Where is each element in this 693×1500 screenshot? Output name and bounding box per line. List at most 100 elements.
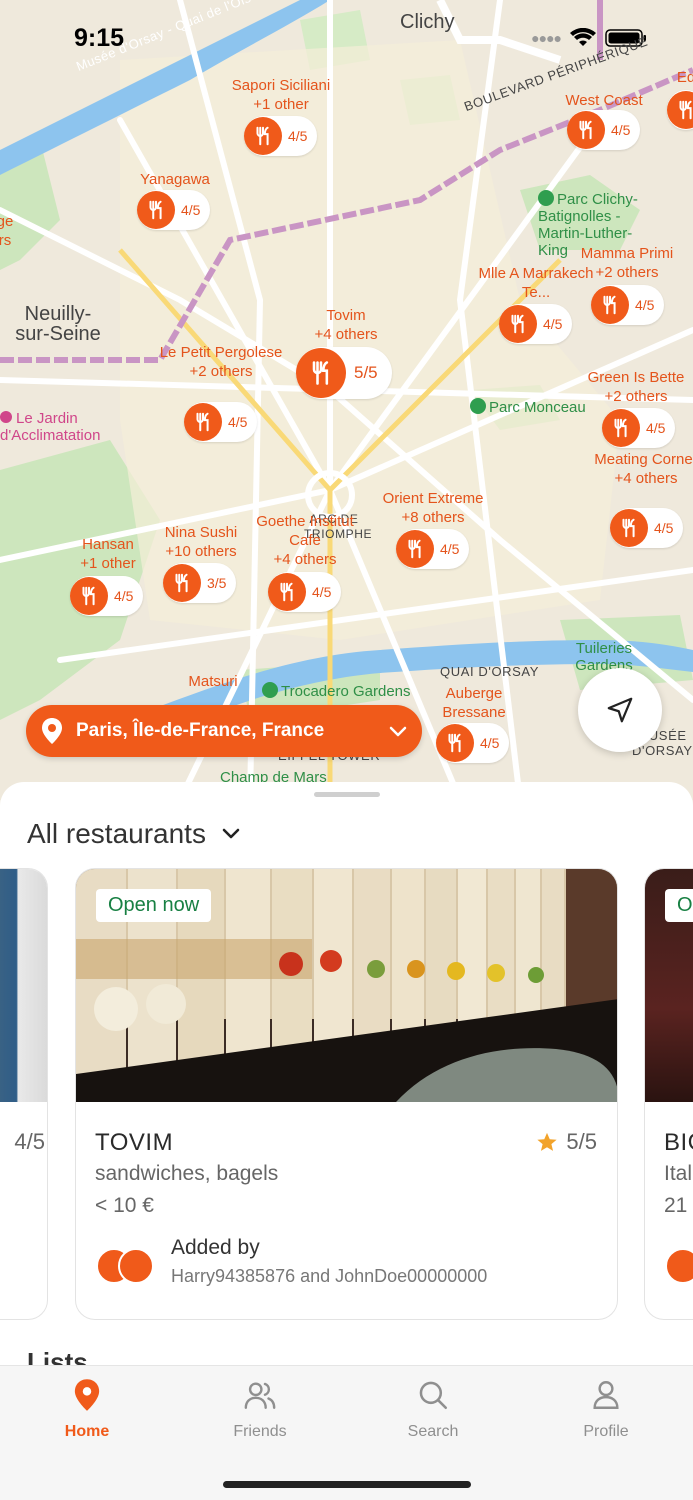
restaurant-marker[interactable]: 4/5 (591, 285, 665, 325)
fork-knife-icon (499, 305, 537, 343)
map-park-trocadero: Trocadero Gardens (262, 682, 411, 700)
users-icon (244, 1382, 276, 1409)
restaurant-cuisine: sandwiches, bagels (95, 1162, 279, 1185)
fork-knife-icon (184, 403, 222, 441)
tab-home[interactable]: Home (27, 1378, 147, 1441)
map-edge-label-left: ge rs (0, 213, 14, 249)
map-edge-label-right: Ed (676, 69, 693, 86)
map-place-neuilly: Neuilly-sur-Seine (15, 303, 101, 345)
restaurant-cuisine: Ital (664, 1162, 693, 1185)
fork-knife-icon (436, 724, 474, 762)
restaurant-price: 21 (664, 1194, 688, 1217)
restaurant-marker[interactable]: 4/5 (137, 190, 211, 230)
restaurant-cluster-label: West Coast (565, 92, 643, 109)
flower-icon (0, 411, 12, 423)
restaurant-cluster-label: Meating Corner +4 others (594, 451, 693, 487)
map-quai-label: QUAI D'ORSAY (440, 664, 540, 679)
restaurant-photo: Open now (76, 869, 617, 1102)
home-indicator (223, 1481, 471, 1488)
park-pin-icon (262, 682, 278, 698)
restaurant-name: BIG (664, 1129, 693, 1156)
sheet-title: All restaurants (27, 818, 206, 849)
wifi-icon (570, 28, 596, 46)
tab-bar: Home Friends Search Profile (0, 1365, 693, 1500)
map-jardin-label: Le Jardin d'Acclimatation (0, 410, 101, 444)
map-view[interactable]: 9:15 ●●●● Clichy Neuilly-sur-Seine Musée… (0, 0, 693, 800)
recenter-location-button[interactable] (578, 668, 662, 752)
restaurant-cluster-label: Goethe Institut Cafe +4 others (256, 513, 354, 568)
tab-label: Search (407, 1423, 459, 1440)
avatar-stack (665, 1248, 693, 1284)
user-icon (593, 1381, 619, 1409)
restaurant-cluster-label: Matsuri (188, 673, 238, 690)
restaurant-marker[interactable]: 4/5 (396, 529, 470, 569)
restaurant-cluster-label: Yanagawa (140, 171, 210, 188)
restaurant-cluster-label: Hansan +1 other (80, 536, 136, 572)
fork-knife-icon (244, 117, 282, 155)
search-icon (419, 1381, 448, 1410)
fork-knife-icon (70, 577, 108, 615)
restaurant-marker[interactable]: 4/5 (499, 304, 573, 344)
fork-knife-icon (137, 191, 175, 229)
tab-search[interactable]: Search (373, 1378, 493, 1441)
location-pin-icon (42, 718, 62, 744)
fork-knife-icon (296, 348, 346, 398)
restaurant-marker-selected[interactable]: 5/5 (296, 347, 392, 399)
restaurant-cluster-label: Le Petit Pergolese +2 others (159, 344, 283, 380)
fork-knife-icon (610, 509, 648, 547)
sheet-drag-handle[interactable] (314, 792, 380, 797)
signal-icon: ●●●● (531, 30, 562, 46)
list-filter-dropdown[interactable]: All restaurants (27, 818, 242, 850)
bottom-sheet[interactable]: All restaurants 4/5 Open now TOVIM 5/5 s… (0, 782, 693, 1372)
restaurant-name: TOVIM (95, 1129, 174, 1156)
restaurant-card[interactable]: 4/5 (0, 868, 48, 1320)
restaurant-marker[interactable]: 4/5 (567, 110, 641, 150)
avatar (118, 1248, 154, 1284)
tab-label: Profile (583, 1423, 629, 1440)
tab-label: Friends (233, 1423, 287, 1440)
location-label: Paris, Île-de-France, France (76, 720, 325, 741)
chevron-down-icon (389, 726, 407, 737)
restaurant-cluster-label: Sapori Siciliani +1 other (231, 77, 331, 113)
restaurant-marker[interactable]: 4/5 (268, 572, 342, 612)
tab-label: Home (64, 1423, 110, 1440)
restaurant-photo (0, 869, 47, 1102)
restaurant-marker[interactable]: 3/5 (163, 563, 237, 603)
restaurant-marker[interactable]: 4/5 (602, 408, 676, 448)
open-now-badge: O (665, 889, 693, 922)
restaurant-price: < 10 € (95, 1194, 154, 1217)
fork-knife-icon (567, 111, 605, 149)
tab-friends[interactable]: Friends (200, 1378, 320, 1441)
map-park-monceau: Parc Monceau (470, 398, 586, 416)
restaurant-marker[interactable]: 4/5 (184, 402, 258, 442)
map-place-clichy: Clichy (400, 11, 455, 33)
fork-knife-icon (667, 91, 693, 129)
fork-knife-icon (163, 564, 201, 602)
fork-knife-icon (602, 409, 640, 447)
restaurant-card[interactable]: O BIG Ital 21 (644, 868, 693, 1320)
added-by-title: Added by (171, 1236, 260, 1259)
chevron-down-icon (222, 828, 240, 839)
restaurant-marker[interactable]: 4/5 (244, 116, 318, 156)
restaurant-marker[interactable]: 4/5 (610, 508, 684, 548)
park-pin-icon (470, 398, 486, 414)
restaurant-cluster-label: Green Is Bette +2 others (587, 369, 685, 405)
star-icon (537, 1132, 558, 1151)
avatar (665, 1248, 693, 1284)
navigation-arrow-icon (607, 697, 633, 723)
map-pin-icon (74, 1379, 100, 1411)
park-pin-icon (538, 190, 554, 206)
restaurant-card[interactable]: Open now TOVIM 5/5 sandwiches, bagels < … (75, 868, 618, 1320)
added-by-users: Harry94385876 and JohnDoe00000000 (171, 1266, 488, 1286)
restaurant-marker[interactable]: 4/5 (70, 576, 144, 616)
restaurant-cluster-label: Orient Extreme +8 others (382, 490, 484, 526)
open-now-badge: Open now (96, 889, 212, 922)
tab-profile[interactable]: Profile (546, 1378, 666, 1441)
restaurant-cluster-label: Tovim +4 others (314, 307, 378, 343)
location-selector[interactable]: Paris, Île-de-France, France (26, 705, 422, 757)
fork-knife-icon (396, 530, 434, 568)
fork-knife-icon (268, 573, 306, 611)
restaurant-cluster-label: Mlle A Marrakech Te... (478, 265, 594, 301)
avatar-stack (96, 1248, 156, 1284)
restaurant-marker[interactable]: 4/5 (436, 723, 510, 763)
